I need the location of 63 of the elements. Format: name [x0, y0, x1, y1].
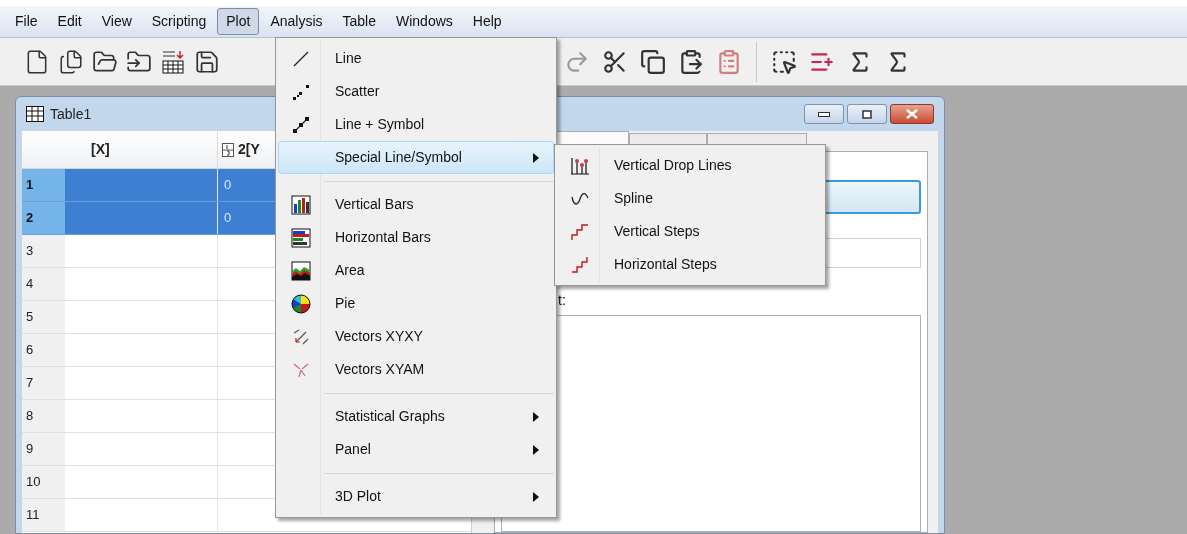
menu-bar-item[interactable]: Windows	[387, 8, 462, 35]
row-number: 4	[22, 268, 65, 300]
menu-item[interactable]: Scatter	[278, 75, 554, 108]
table-cell-text: 0	[223, 176, 232, 195]
maximize-button[interactable]	[847, 104, 887, 124]
submenu-item[interactable]: Special Line/Symbol	[278, 141, 554, 174]
menu-item[interactable]: Vertical Drop Lines	[557, 149, 823, 182]
minimize-icon	[818, 111, 830, 117]
new-pages-icon[interactable]	[58, 48, 84, 75]
row-number: 9	[22, 433, 65, 465]
select-region-icon[interactable]	[771, 48, 797, 75]
paste-icon[interactable]	[678, 48, 704, 75]
menu-bar-item[interactable]: Scripting	[142, 8, 216, 35]
row-number: 6	[22, 334, 65, 366]
submenu-arrow-icon	[533, 444, 539, 455]
menu-item[interactable]: Vertical Steps	[557, 215, 823, 248]
window-title: Table1	[50, 104, 92, 124]
open-folder-icon[interactable]	[92, 48, 118, 75]
column-type-icon	[222, 142, 234, 157]
close-icon	[906, 109, 918, 119]
menu-item[interactable]: Line	[278, 42, 554, 75]
row-number: 1	[22, 169, 65, 201]
submenu-arrow-icon	[533, 152, 539, 163]
pie-chart-icon	[291, 293, 311, 314]
menu-item[interactable]: Line + Symbol	[278, 108, 554, 141]
clipboard-icon[interactable]	[716, 48, 742, 75]
menu-bar-item[interactable]: Help	[463, 8, 511, 35]
minimize-button[interactable]	[804, 104, 844, 124]
horizontal-bars-icon	[291, 227, 311, 248]
menu-bar-item[interactable]: Table	[333, 8, 385, 35]
row-number: 10	[22, 466, 65, 498]
import-table-icon[interactable]	[160, 48, 186, 75]
menu-bar-item[interactable]: View	[92, 8, 141, 35]
field-label: t:	[558, 291, 567, 310]
steps-icon	[570, 254, 590, 275]
row-number: 5	[22, 301, 65, 333]
row-number: 11	[22, 499, 65, 531]
row-number: 7	[22, 367, 65, 399]
menu-bar-item[interactable]: File	[6, 8, 47, 35]
maximize-icon	[862, 109, 872, 119]
table-icon	[26, 106, 44, 122]
close-button[interactable]	[890, 104, 934, 124]
row-number: 2	[22, 202, 65, 234]
save-icon[interactable]	[194, 48, 220, 75]
menu-bar-item[interactable]: Plot	[217, 8, 260, 35]
line-symbol-icon	[291, 114, 311, 135]
area-chart-icon	[291, 260, 311, 281]
folder-import-icon[interactable]	[126, 48, 152, 75]
menu-bar-item[interactable]: Edit	[48, 8, 91, 35]
table-cell-text: 0	[223, 209, 232, 228]
vertical-bars-icon	[291, 194, 311, 215]
menu-item[interactable]: Spline	[557, 182, 823, 215]
submenu-arrow-icon	[533, 491, 539, 502]
row-number: 3	[22, 235, 65, 267]
drop-lines-icon	[570, 155, 590, 176]
menu-item[interactable]: Horizontal Steps	[557, 248, 823, 281]
submenu-arrow-icon	[533, 411, 539, 422]
steps-icon	[570, 221, 590, 242]
row-number: 8	[22, 400, 65, 432]
menu-bar-item[interactable]: Analysis	[261, 8, 332, 35]
copy-icon[interactable]	[640, 48, 666, 75]
cut-icon[interactable]	[602, 48, 628, 75]
column-header[interactable]: [X]	[65, 131, 218, 168]
